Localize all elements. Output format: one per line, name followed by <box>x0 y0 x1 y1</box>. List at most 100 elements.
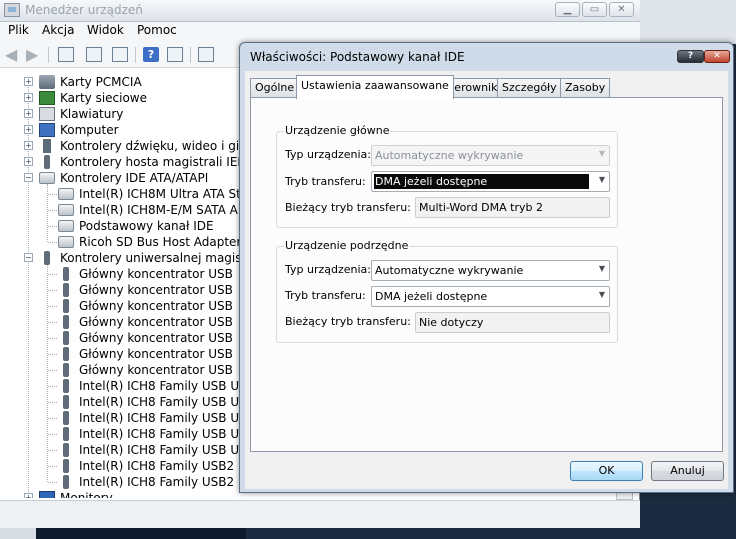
tab-resources[interactable]: Zasoby <box>560 78 611 98</box>
usb-icon <box>63 363 69 377</box>
device-manager-title: Menedżer urządzeń <box>25 3 143 17</box>
secondary-device-type-label: Typ urządzenia: <box>285 263 372 276</box>
primary-device-legend: Urządzenie główne <box>284 124 391 137</box>
secondary-current-mode-value: Nie dotyczy <box>419 316 484 329</box>
tree-item-label: Podstawowy kanał IDE <box>79 219 214 233</box>
menu-plik[interactable]: Plik <box>8 23 29 37</box>
secondary-transfer-mode-label: Tryb transferu: <box>285 289 366 302</box>
menu-akcja[interactable]: Akcja <box>42 23 74 37</box>
usb-icon <box>63 267 69 281</box>
chevron-down-icon: ▼ <box>598 149 605 158</box>
primary-transfer-mode-select[interactable]: DMA jeżeli dostępne ▼ <box>371 171 610 192</box>
expand-icon[interactable]: + <box>24 93 33 102</box>
secondary-device-type-value: Automatyczne wykrywanie <box>375 264 524 277</box>
secondary-current-mode-field: Nie dotyczy <box>415 312 610 333</box>
back-arrow-icon[interactable]: ◀ <box>5 47 21 63</box>
usb-icon <box>63 427 69 441</box>
usb-icon <box>63 395 69 409</box>
expand-icon[interactable]: + <box>24 125 33 134</box>
advanced-settings-panel: Urządzenie główne Typ urządzenia: Automa… <box>250 97 723 452</box>
usb-icon <box>63 459 69 473</box>
maximize-button[interactable]: ▭ <box>582 2 607 17</box>
secondary-current-mode-label: Bieżący tryb transferu: <box>285 315 411 328</box>
tree-item-label: Kontrolery dźwięku, wideo i gier <box>60 139 252 153</box>
expand-icon[interactable]: + <box>24 77 33 86</box>
secondary-transfer-mode-select[interactable]: DMA jeżeli dostępne ▼ <box>371 286 610 307</box>
print-icon[interactable] <box>112 47 128 62</box>
scan-hardware-icon[interactable] <box>198 47 214 62</box>
tree-item-label: Klawiatury <box>60 107 124 121</box>
chevron-down-icon[interactable]: ▼ <box>599 290 605 299</box>
help-icon[interactable]: ? <box>143 47 159 62</box>
tree-item-label: Komputer <box>60 123 119 137</box>
secondary-transfer-mode-value: DMA jeżeli dostępne <box>375 290 488 303</box>
primary-current-mode-value: Multi-Word DMA tryb 2 <box>419 201 543 214</box>
menu-widok[interactable]: Widok <box>87 23 124 37</box>
tree-item-label: Główny koncentrator USB <box>79 331 233 345</box>
tree-item-label: Główny koncentrator USB <box>79 283 233 297</box>
primary-current-mode-label: Bieżący tryb transferu: <box>285 201 411 214</box>
usb-icon <box>63 299 69 313</box>
tab-advanced-settings[interactable]: Ustawienia zaawansowane <box>296 75 454 99</box>
primary-transfer-mode-label: Tryb transferu: <box>285 175 366 188</box>
tree-item-label: Główny koncentrator USB <box>79 267 233 281</box>
expand-icon[interactable]: + <box>24 157 33 166</box>
tree-item-label: Główny koncentrator USB <box>79 299 233 313</box>
primary-transfer-mode-value: DMA jeżeli dostępne <box>375 175 488 188</box>
console-tree-icon[interactable] <box>167 47 183 62</box>
cancel-button[interactable]: Anuluj <box>651 461 724 481</box>
keyboard-icon <box>39 107 55 121</box>
forward-arrow-icon[interactable]: ▶ <box>26 47 42 63</box>
tab-details[interactable]: Szczegóły <box>497 78 562 98</box>
computer-icon <box>39 123 55 137</box>
secondary-device-legend: Urządzenie podrzędne <box>284 239 410 252</box>
tree-item-label: Główny koncentrator USB <box>79 315 233 329</box>
usb-icon <box>63 379 69 393</box>
expand-icon[interactable]: + <box>24 109 33 118</box>
dialog-title: Właściwości: Podstawowy kanał IDE <box>250 50 465 64</box>
properties-dialog: Właściwości: Podstawowy kanał IDE ? ✕ Og… <box>239 42 734 493</box>
tree-item-label: Kontrolery IDE ATA/ATAPI <box>60 171 209 185</box>
device-view-icon[interactable] <box>86 47 102 62</box>
tree-item-label: Monitory <box>60 491 113 498</box>
sound-icon <box>43 139 51 153</box>
dialog-close-button[interactable]: ✕ <box>704 50 730 63</box>
dialog-body: Ogólne Ustawienia zaawansowane Sterownik… <box>245 71 728 489</box>
secondary-device-group: Urządzenie podrzędne Typ urządzenia: Aut… <box>276 239 618 343</box>
selected-highlight: DMA jeżeli dostępne <box>374 174 589 189</box>
ieee1394-icon <box>44 155 50 169</box>
close-button[interactable]: ✕ <box>609 2 634 17</box>
usb-icon <box>63 475 69 489</box>
secondary-device-type-select[interactable]: Automatyczne wykrywanie ▼ <box>371 260 610 281</box>
properties-view-icon[interactable] <box>58 47 74 62</box>
status-bar <box>0 500 640 528</box>
usb-icon <box>63 315 69 329</box>
expand-icon[interactable]: + <box>24 141 33 150</box>
desktop-strip <box>36 528 246 539</box>
primary-device-group: Urządzenie główne Typ urządzenia: Automa… <box>276 124 618 228</box>
drive-controller-icon <box>58 220 74 232</box>
usb-icon <box>63 283 69 297</box>
usb-icon <box>63 411 69 425</box>
drive-controller-icon <box>58 188 74 200</box>
minimize-button[interactable]: ▁ <box>555 2 580 17</box>
tree-item-label: Główny koncentrator USB <box>79 347 233 361</box>
collapse-icon[interactable]: − <box>24 173 33 182</box>
primary-device-type-select: Automatyczne wykrywanie ▼ <box>371 145 610 166</box>
primary-device-type-label: Typ urządzenia: <box>285 148 372 161</box>
expand-icon[interactable]: + <box>24 493 33 498</box>
menu-pomoc[interactable]: Pomoc <box>137 23 177 37</box>
monitor-icon <box>39 491 55 498</box>
drive-controller-icon <box>58 204 74 216</box>
drive-controller-icon <box>58 236 74 248</box>
network-adapter-icon <box>39 91 55 105</box>
ok-button[interactable]: OK <box>570 461 643 481</box>
tab-general[interactable]: Ogólne <box>250 78 300 98</box>
chevron-down-icon[interactable]: ▼ <box>599 264 605 273</box>
dialog-help-button[interactable]: ? <box>677 50 704 63</box>
device-manager-app-icon <box>4 3 20 17</box>
collapse-icon[interactable]: − <box>24 253 33 262</box>
usb-icon <box>63 443 69 457</box>
taskbar-area <box>0 528 36 539</box>
chevron-down-icon[interactable]: ▼ <box>599 175 605 184</box>
